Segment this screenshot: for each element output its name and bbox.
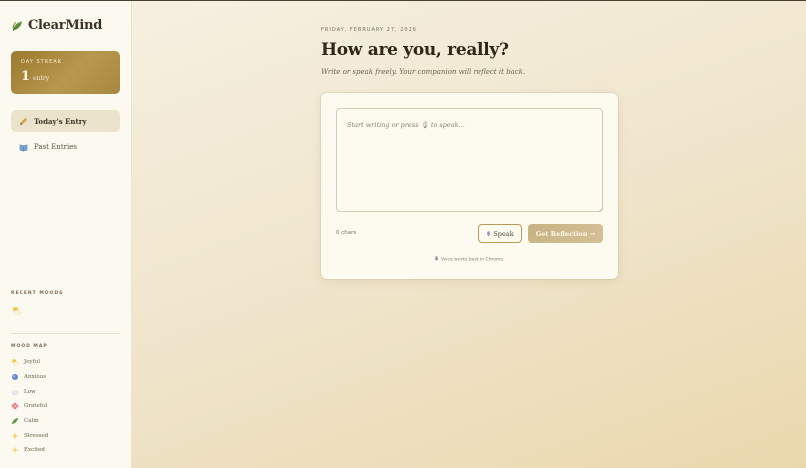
mood-item-low[interactable]: Low	[11, 384, 48, 399]
mood-item-anxious[interactable]: Anxious	[11, 370, 48, 385]
nav-item-past-entries[interactable]: Past Entries	[11, 136, 120, 158]
entry-card: 0 chars Speak Get Reflection → Voice wor…	[321, 93, 618, 279]
blue-circle-icon	[11, 373, 19, 381]
mood-label: Stressed	[24, 432, 49, 439]
streak-count: 1	[21, 69, 31, 84]
leaf-icon	[12, 20, 23, 31]
microphone-icon	[435, 256, 439, 261]
nav-item-todays-entry[interactable]: Today's Entry	[11, 110, 120, 132]
mood-label: Joyful	[24, 359, 40, 366]
book-icon	[19, 143, 28, 152]
sun-cloud-icon	[12, 359, 19, 366]
mood-label: Low	[24, 388, 36, 395]
mood-item-grateful[interactable]: Grateful	[11, 399, 48, 414]
mood-item-stressed[interactable]: Stressed	[11, 428, 48, 443]
sidebar: ClearMind DAY STREAK 1 entry Today's Ent…	[0, 1, 132, 468]
app: ClearMind DAY STREAK 1 entry Today's Ent…	[0, 1, 806, 468]
resize-handle-icon[interactable]	[598, 207, 603, 212]
leaf-icon	[11, 417, 19, 425]
voice-note-text: Voice works best in Chrome.	[440, 257, 505, 263]
page-subtitle: Write or speak freely. Your companion wi…	[321, 68, 526, 76]
mood-map-list: Joyful Anxious Low Grateful Calm Stresse…	[11, 355, 48, 458]
flower-icon	[11, 403, 19, 410]
sparkle-icon	[11, 446, 19, 455]
streak-card: DAY STREAK 1 entry	[11, 51, 120, 94]
page-title: How are you, really?	[321, 40, 509, 60]
reflect-label: Get Reflection →	[535, 229, 596, 238]
recent-moods-title: RECENT MOODS	[11, 291, 64, 296]
cloud-icon	[11, 389, 19, 395]
streak-label: DAY STREAK	[21, 59, 62, 65]
main-content: FRIDAY, FEBRUARY 27, 2026 How are you, r…	[132, 1, 806, 468]
sidebar-divider	[11, 333, 120, 334]
mood-item-joyful[interactable]: Joyful	[11, 355, 48, 370]
char-count: 0 chars	[336, 230, 357, 236]
brand[interactable]: ClearMind	[11, 18, 102, 33]
lightning-icon	[12, 432, 18, 440]
mood-label: Excited	[24, 447, 45, 454]
nav-label: Past Entries	[34, 143, 77, 151]
nav-label: Today's Entry	[34, 116, 87, 126]
speak-label: Speak	[493, 229, 514, 238]
pencil-icon	[19, 117, 28, 126]
streak-unit: entry	[33, 75, 50, 82]
mood-item-calm[interactable]: Calm	[11, 414, 48, 429]
mood-label: Calm	[24, 418, 39, 425]
voice-note: Voice works best in Chrome.	[321, 256, 618, 263]
mood-item-excited[interactable]: Excited	[11, 443, 48, 458]
get-reflection-button[interactable]: Get Reflection →	[528, 224, 603, 243]
mood-label: Grateful	[24, 403, 48, 410]
microphone-icon	[487, 230, 491, 237]
speak-button[interactable]: Speak	[478, 224, 522, 243]
sun-cloud-icon[interactable]	[11, 305, 22, 316]
entry-date: FRIDAY, FEBRUARY 27, 2026	[321, 27, 417, 33]
mood-map-title: MOOD MAP	[11, 344, 48, 349]
app-title: ClearMind	[28, 18, 102, 33]
entry-textarea[interactable]	[336, 108, 603, 212]
mood-label: Anxious	[24, 374, 47, 381]
streak-value: 1 entry	[21, 69, 110, 84]
